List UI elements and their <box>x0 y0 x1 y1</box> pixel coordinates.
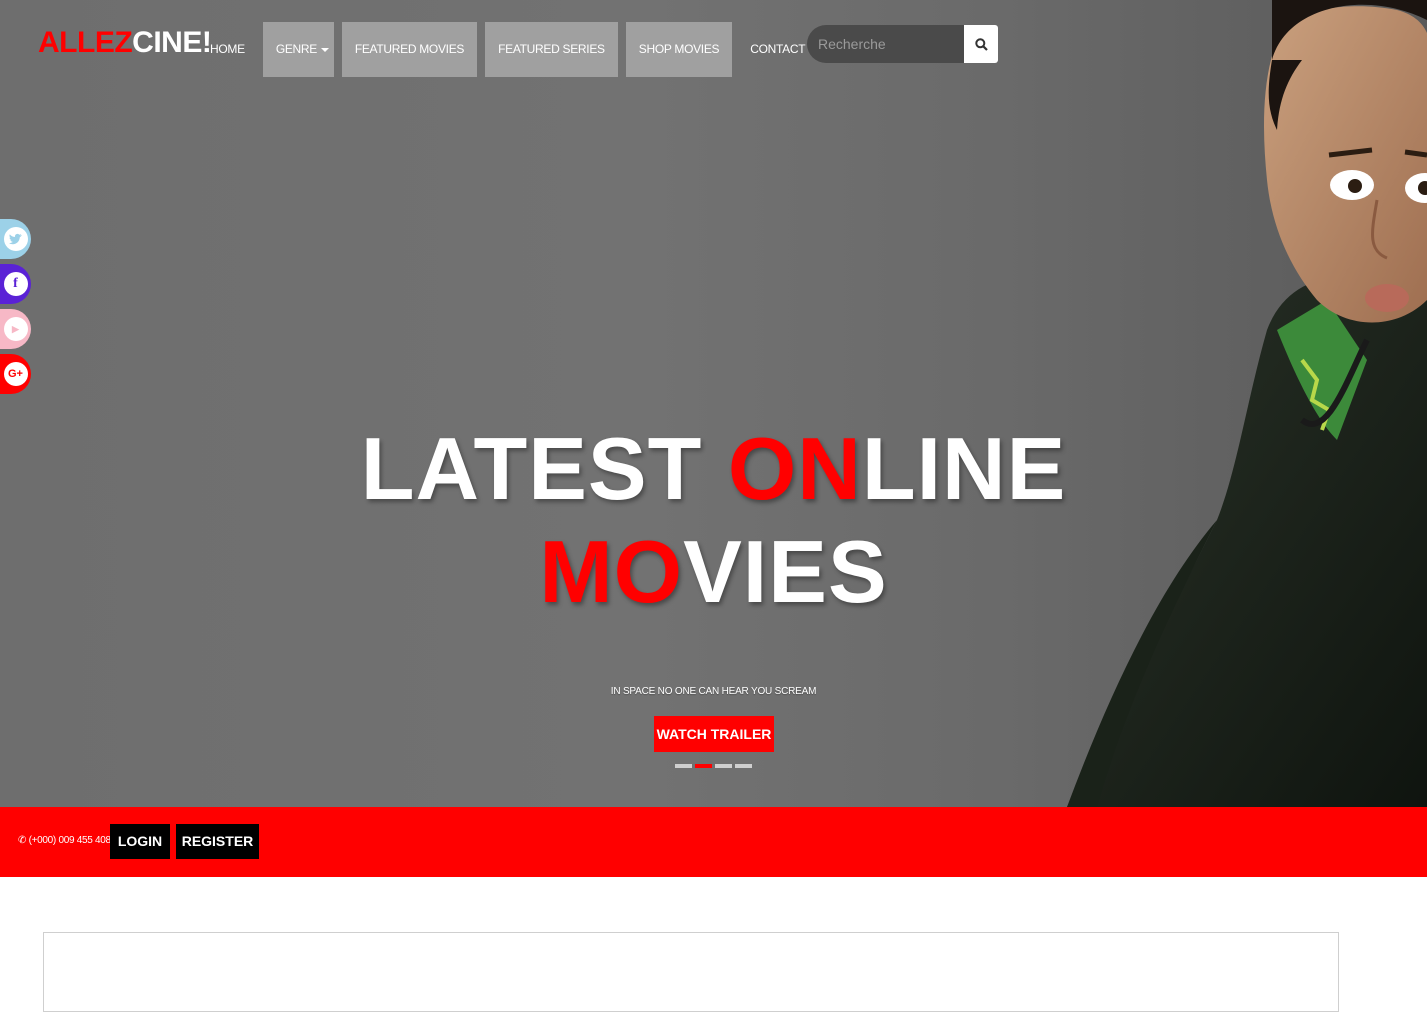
phone-number: ✆ (+000) 009 455 4088 <box>18 835 116 846</box>
phone-icon: ✆ <box>18 835 27 846</box>
hero-banner: ALLEZCINE! HOME GENRE FEATURED MOVIES FE… <box>0 0 1427 807</box>
hero-headline-line2: MOVIES <box>0 528 1427 616</box>
brand-logo[interactable]: ALLEZCINE! <box>38 26 212 60</box>
hero-word-latest: LATEST <box>360 419 728 518</box>
brand-logo-part1: ALLEZ <box>38 26 133 59</box>
carousel-indicator-2[interactable] <box>695 764 712 768</box>
nav-genre-dropdown[interactable]: GENRE <box>262 22 334 77</box>
register-button[interactable]: REGISTER <box>176 824 259 859</box>
facebook-icon: f <box>3 272 28 296</box>
youtube-icon: ▶ <box>3 317 28 341</box>
search-form <box>807 25 998 63</box>
nav-featured-movies[interactable]: FEATURED MOVIES <box>341 22 478 77</box>
nav-shop-movies[interactable]: SHOP MOVIES <box>625 22 733 77</box>
google-plus-icon: G+ <box>3 362 28 386</box>
nav-featured-series[interactable]: FEATURED SERIES <box>485 22 618 77</box>
hero-word-on: ON <box>727 419 862 518</box>
login-button[interactable]: LOGIN <box>110 824 170 859</box>
search-button[interactable] <box>964 25 998 63</box>
nav-home[interactable]: HOME <box>200 22 255 77</box>
carousel-indicator-4[interactable] <box>735 764 752 768</box>
caret-down-icon <box>321 47 329 52</box>
social-facebook[interactable]: f <box>0 264 31 304</box>
social-google-plus[interactable]: G+ <box>0 354 31 394</box>
nav-genre-label: GENRE <box>275 42 317 56</box>
twitter-icon <box>3 227 28 251</box>
watch-trailer-button[interactable]: WATCH TRAILER <box>654 716 774 752</box>
carousel-indicator-3[interactable] <box>715 764 732 768</box>
hero-word-mo: MO <box>539 522 684 621</box>
carousel-indicators <box>675 764 752 768</box>
search-icon <box>974 37 988 51</box>
hero-word-line: LINE <box>861 419 1067 518</box>
hero-headline-line1: LATEST ONLINE <box>0 425 1427 513</box>
content-panel <box>43 932 1339 1012</box>
carousel-indicator-1[interactable] <box>675 764 692 768</box>
hero-word-vies: VIES <box>683 522 888 621</box>
social-youtube[interactable]: ▶ <box>0 309 31 349</box>
search-input[interactable] <box>807 25 964 63</box>
phone-text: (+000) 009 455 4088 <box>28 835 117 846</box>
social-twitter[interactable] <box>0 219 31 259</box>
main-nav: HOME GENRE FEATURED MOVIES FEATURED SERI… <box>200 22 842 77</box>
hero-tagline: IN SPACE NO ONE CAN HEAR YOU SCREAM <box>610 686 817 697</box>
